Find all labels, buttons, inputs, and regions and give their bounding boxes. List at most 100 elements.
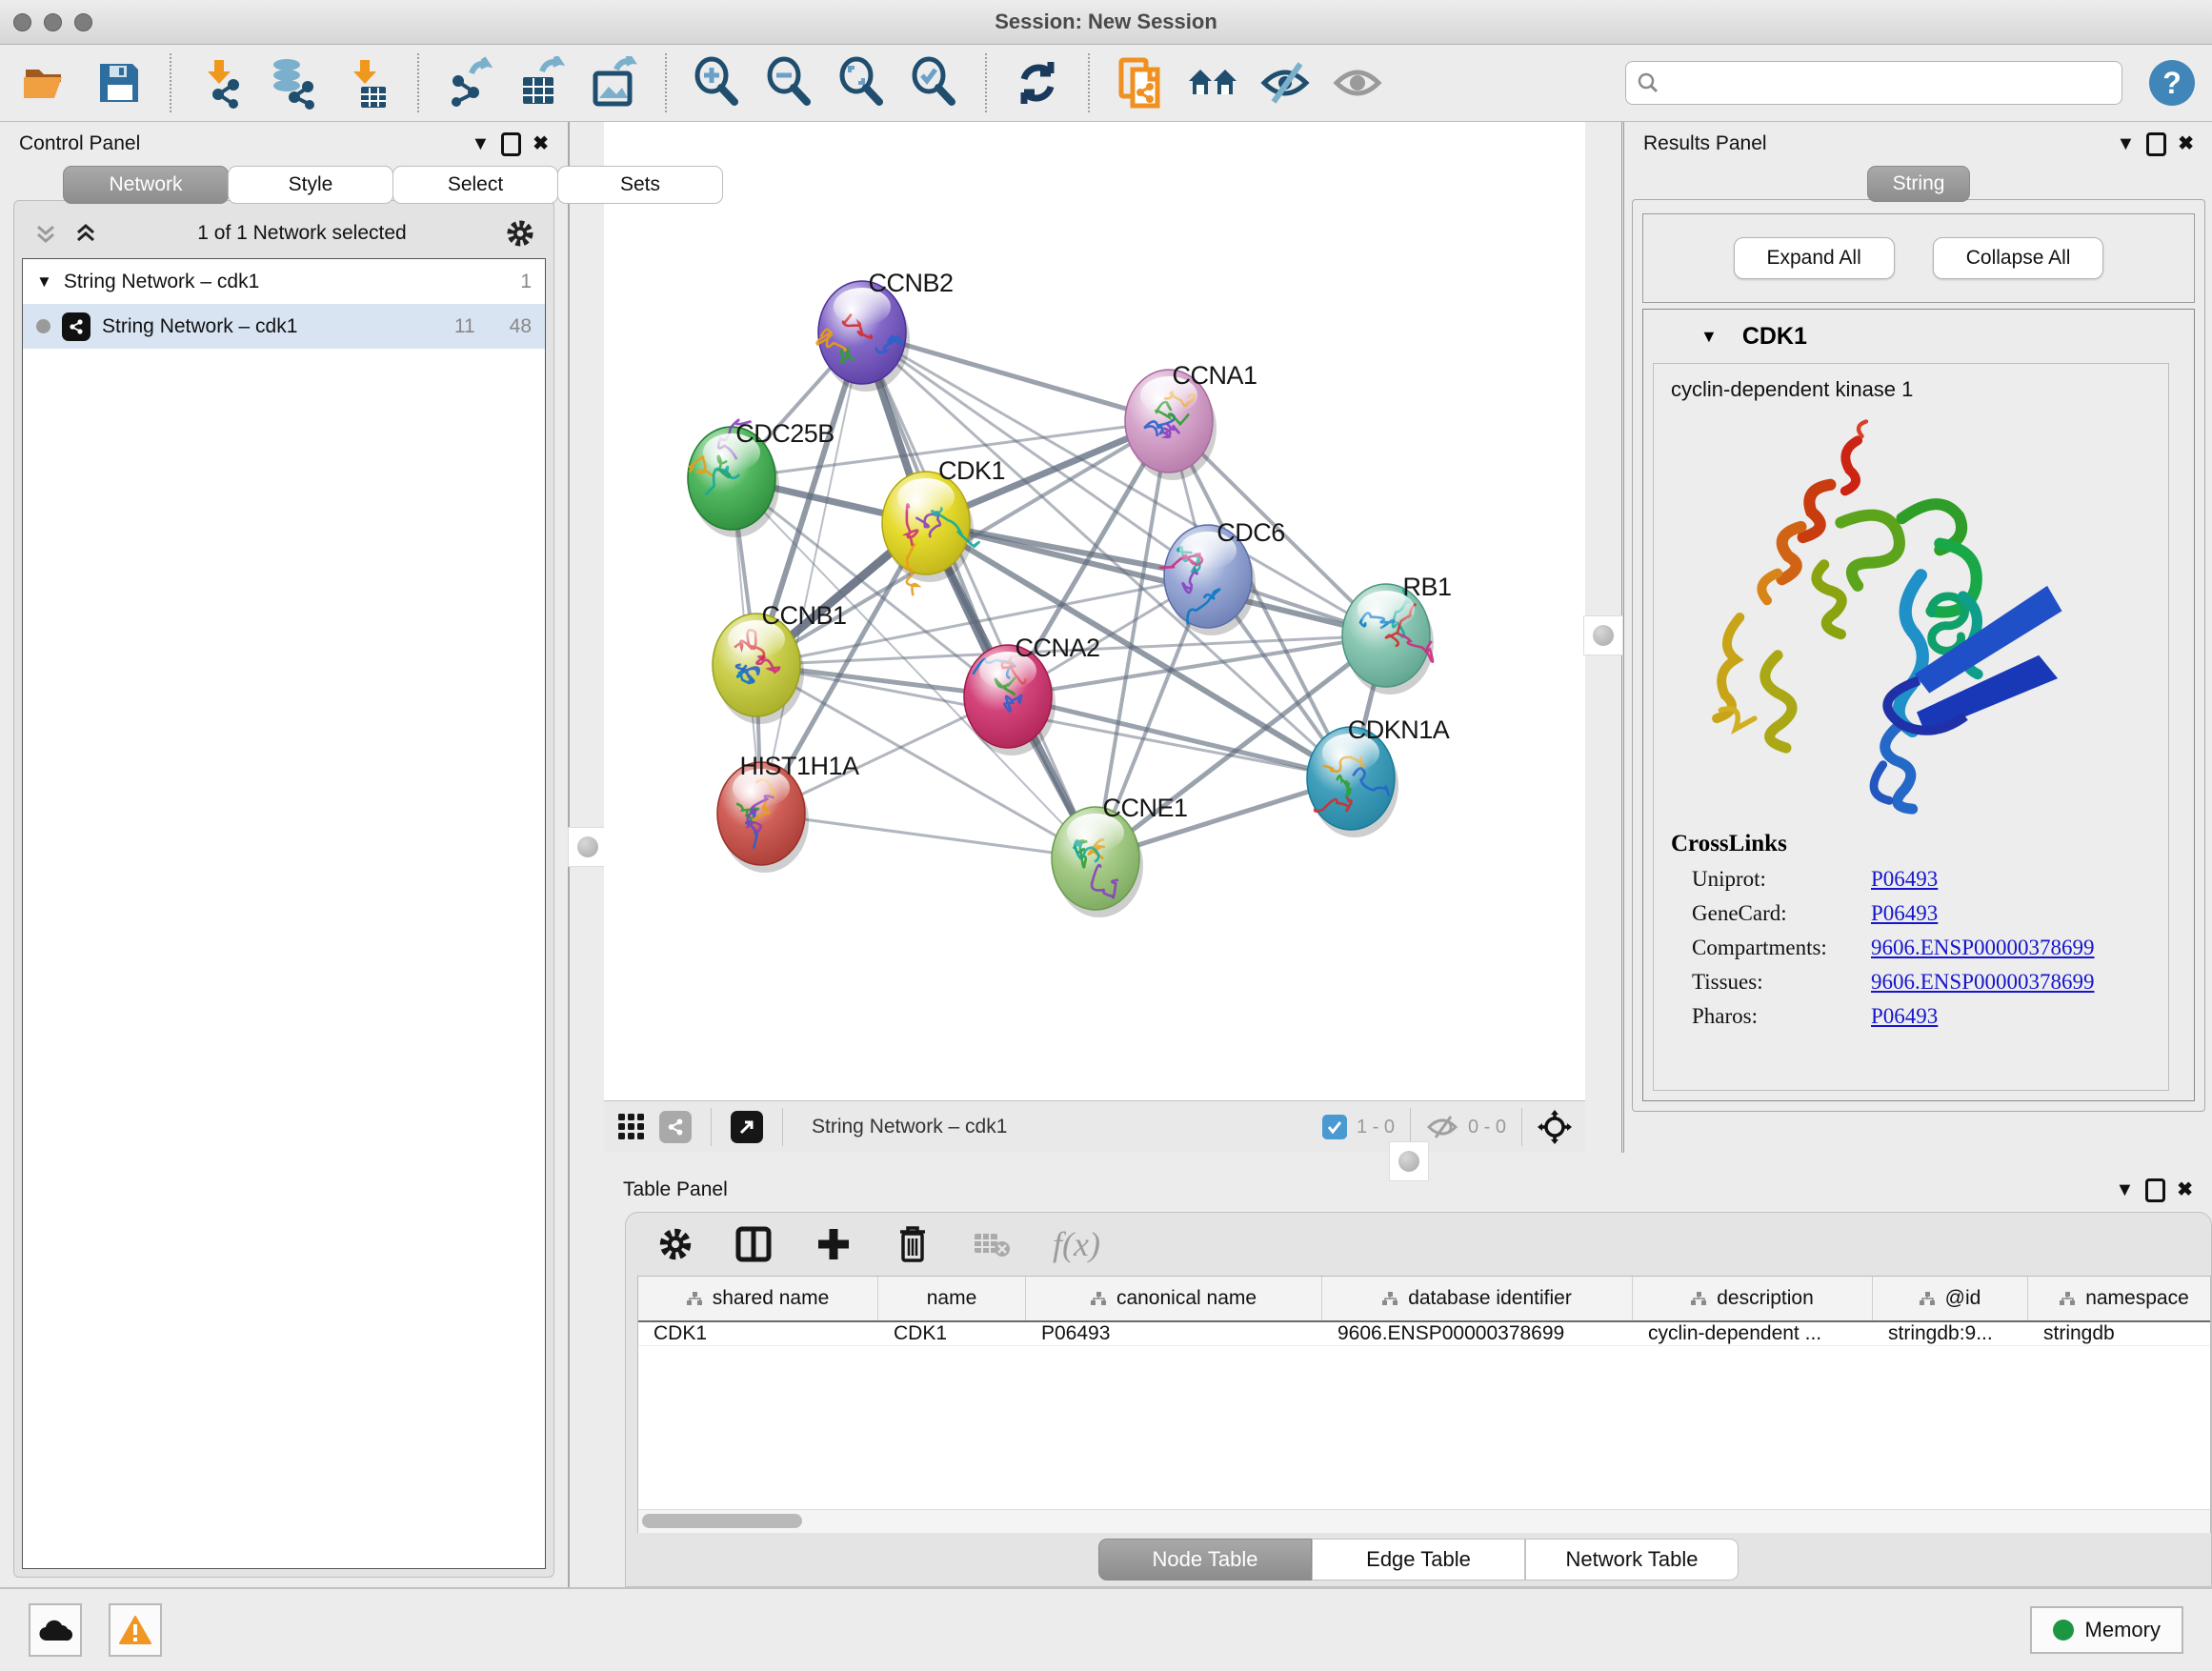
table-cell[interactable]: 9606.ENSP00000378699 (1322, 1322, 1633, 1345)
crosslink-link[interactable]: P06493 (1871, 867, 1938, 892)
cloud-status-button[interactable] (29, 1603, 82, 1657)
hierarchy-icon (1382, 1292, 1398, 1306)
open-session-button[interactable] (17, 53, 76, 112)
show-columns-icon[interactable] (734, 1225, 773, 1263)
entry-expander-icon[interactable]: ▼ (1700, 327, 1718, 347)
import-table-from-file-button[interactable] (337, 53, 396, 112)
node-CCNE1[interactable] (1052, 807, 1143, 917)
results-panel-float-button[interactable] (2146, 132, 2166, 156)
collapse-all-button[interactable]: Collapse All (1933, 237, 2104, 279)
tab-select[interactable]: Select (392, 166, 558, 204)
search-input[interactable] (1668, 71, 2112, 95)
window-close-button[interactable] (13, 13, 31, 31)
hidden-eye-icon[interactable] (1426, 1115, 1458, 1139)
table-cell[interactable]: CDK1 (638, 1322, 878, 1345)
zoom-selected-button[interactable] (905, 53, 964, 112)
edge-CCNB2-HIST1H1A[interactable] (761, 332, 862, 814)
hide-selected-button[interactable] (1256, 53, 1315, 112)
tab-edge-table[interactable]: Edge Table (1312, 1539, 1525, 1580)
global-search-box[interactable] (1625, 61, 2122, 105)
add-column-icon[interactable] (814, 1225, 853, 1263)
table-cell[interactable]: cyclin-dependent ... (1633, 1322, 1873, 1345)
column-header-description[interactable]: description (1633, 1277, 1873, 1320)
app-window: Session: New Session ? (0, 0, 2212, 1671)
show-all-button[interactable] (1328, 53, 1387, 112)
table-cell[interactable]: CDK1 (878, 1322, 1026, 1345)
tab-style[interactable]: Style (228, 166, 393, 204)
right-splitter[interactable] (1585, 122, 1621, 1153)
zoom-out-button[interactable] (760, 53, 819, 112)
expander-icon[interactable]: ▼ (36, 272, 52, 292)
table-panel-collapse-button[interactable]: ▼ (2115, 1180, 2134, 1199)
edge-CCNB2-CCNE1[interactable] (862, 332, 1096, 858)
expand-all-icon[interactable] (73, 221, 98, 246)
pan-crosshair-icon[interactable] (1538, 1110, 1572, 1144)
results-panel-collapse-button[interactable]: ▼ (2116, 134, 2135, 153)
refresh-icon (1011, 56, 1064, 110)
window-zoom-button[interactable] (74, 13, 92, 31)
column-header-shared-name[interactable]: shared name (638, 1277, 878, 1320)
column-header-database-identifier[interactable]: database identifier (1322, 1277, 1633, 1320)
table-row[interactable]: CDK1CDK1P064939606.ENSP00000378699cyclin… (638, 1322, 2210, 1346)
column-header--id[interactable]: @id (1873, 1277, 2028, 1320)
crosslink-link[interactable]: P06493 (1871, 901, 1938, 926)
table-cell[interactable]: stringdb (2028, 1322, 2211, 1345)
node-CCNB2[interactable] (817, 281, 910, 392)
save-session-button[interactable] (90, 53, 149, 112)
network-status-dot (36, 319, 50, 333)
network-canvas[interactable]: CCNB2CCNA1CDC25BCDK1CDC6RB1CCNB1CCNA2CDK… (604, 122, 1585, 1100)
horizontal-splitter[interactable] (604, 1153, 2212, 1168)
export-table-button[interactable] (513, 53, 572, 112)
hidden-counts: 0 - 0 (1468, 1117, 1506, 1138)
expand-all-button[interactable]: Expand All (1734, 237, 1895, 279)
warnings-button[interactable] (109, 1603, 162, 1657)
column-header-namespace[interactable]: namespace (2028, 1277, 2211, 1320)
table-panel-float-button[interactable] (2145, 1178, 2165, 1202)
node-CCNB1[interactable] (713, 614, 804, 724)
grid-view-icon[interactable] (617, 1113, 646, 1141)
first-neighbors-button[interactable] (1183, 53, 1242, 112)
import-table-icon (340, 56, 393, 110)
table-cell[interactable]: stringdb:9... (1873, 1322, 2028, 1345)
memory-button[interactable]: Memory (2030, 1606, 2183, 1654)
new-network-from-selection-button[interactable] (1111, 53, 1170, 112)
tab-node-table[interactable]: Node Table (1098, 1539, 1312, 1580)
import-network-from-database-button[interactable] (265, 53, 324, 112)
crosslink-link[interactable]: 9606.ENSP00000378699 (1871, 970, 2095, 995)
network-row-selected[interactable]: String Network – cdk1 1148 (23, 304, 545, 349)
network-graph[interactable]: CCNB2CCNA1CDC25BCDK1CDC6RB1CCNB1CCNA2CDK… (604, 122, 1585, 1100)
control-panel-float-button[interactable] (501, 132, 521, 156)
edge-HIST1H1A-CCNE1[interactable] (761, 814, 1096, 858)
results-panel-close-button[interactable]: ✖ (2178, 134, 2194, 153)
help-button[interactable]: ? (2149, 60, 2195, 106)
zoom-fit-button[interactable] (833, 53, 892, 112)
crosslink-link[interactable]: 9606.ENSP00000378699 (1871, 936, 2095, 960)
table-options-gear-icon[interactable] (658, 1227, 693, 1261)
results-tab-string[interactable]: String (1867, 166, 1971, 202)
import-network-from-file-button[interactable] (192, 53, 251, 112)
network-collection-row[interactable]: ▼ String Network – cdk1 1 (23, 259, 545, 304)
apply-preferred-layout-button[interactable] (1008, 53, 1067, 112)
tab-network[interactable]: Network (63, 166, 229, 204)
zoom-in-button[interactable] (688, 53, 747, 112)
tab-network-table[interactable]: Network Table (1525, 1539, 1739, 1580)
column-header-canonical-name[interactable]: canonical name (1026, 1277, 1322, 1320)
network-options-gear-icon[interactable] (506, 219, 534, 248)
crosslink-link[interactable]: P06493 (1871, 1004, 1938, 1029)
delete-column-icon[interactable] (895, 1224, 931, 1264)
network-share-view-icon[interactable] (659, 1111, 692, 1143)
tab-sets[interactable]: Sets (557, 166, 723, 204)
export-network-button[interactable] (440, 53, 499, 112)
control-panel-close-button[interactable]: ✖ (533, 134, 549, 153)
window-minimize-button[interactable] (44, 13, 62, 31)
selected-checkbox[interactable] (1322, 1115, 1347, 1139)
table-cell[interactable]: P06493 (1026, 1322, 1322, 1345)
control-panel-collapse-button[interactable]: ▼ (471, 134, 490, 153)
left-splitter[interactable] (570, 122, 604, 1587)
table-panel-close-button[interactable]: ✖ (2177, 1180, 2193, 1199)
collapse-all-icon[interactable] (33, 221, 58, 246)
column-header-name[interactable]: name (878, 1277, 1026, 1320)
table-horizontal-scrollbar[interactable] (638, 1509, 2210, 1533)
detach-view-button[interactable] (731, 1111, 763, 1143)
export-image-button[interactable] (585, 53, 644, 112)
